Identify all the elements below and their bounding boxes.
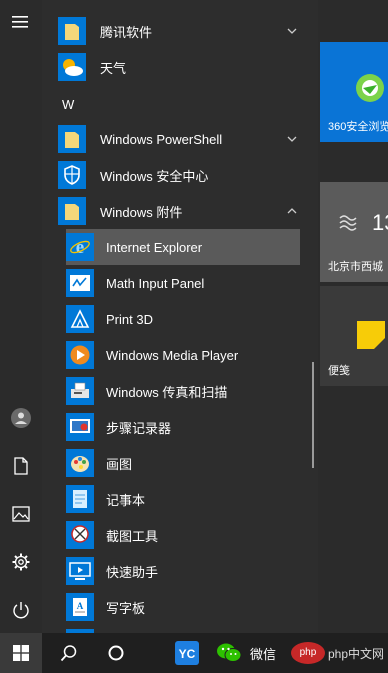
settings-button[interactable] — [0, 542, 42, 582]
chevron-up-icon — [287, 208, 297, 214]
cortana-icon — [108, 645, 124, 661]
media-player-icon — [66, 341, 94, 369]
taskbar: YC 微信 php php中文网 — [0, 633, 388, 673]
steps-recorder-icon — [66, 413, 94, 441]
app-security[interactable]: Windows 安全中心 — [58, 157, 300, 193]
temperature: 13 — [372, 210, 388, 235]
app-internet-explorer[interactable]: e Internet Explorer — [66, 229, 300, 265]
app-snipping-tool[interactable]: 截图工具 — [66, 517, 300, 553]
app-label: Windows 安全中心 — [100, 168, 209, 184]
app-label: Windows 传真和扫描 — [106, 384, 228, 400]
app-wordpad[interactable]: A 写字板 — [66, 589, 300, 625]
app-math-input[interactable]: Math Input Panel — [66, 265, 300, 301]
app-next-partial[interactable] — [66, 625, 300, 633]
app-label: 快速助手 — [106, 564, 159, 580]
pictures-icon — [12, 506, 30, 522]
wechat-icon — [217, 643, 242, 662]
svg-text:YC: YC — [179, 647, 196, 661]
tile-label: 北京市西城 — [328, 261, 383, 273]
app-weather[interactable]: 天气 — [58, 49, 300, 85]
power-button[interactable] — [0, 590, 42, 630]
tile-label: 便笺 — [328, 365, 350, 377]
php-logo-icon: php — [290, 642, 325, 664]
shield-icon — [58, 161, 86, 189]
tiles-panel: 360安全浏览 13 北京市西城 便笺 — [318, 0, 388, 633]
app-label: Print 3D — [106, 311, 153, 327]
snipping-tool-icon — [66, 521, 94, 549]
taskbar-app-yc[interactable]: YC — [166, 633, 208, 673]
windows-icon — [13, 645, 29, 661]
taskbar-wechat[interactable]: 微信 — [216, 633, 290, 673]
haze-icon — [339, 215, 357, 231]
print3d-icon — [66, 305, 94, 333]
app-print3d[interactable]: Print 3D — [66, 301, 300, 337]
browser-360-icon — [356, 74, 384, 102]
svg-text:A: A — [77, 601, 84, 611]
folder-powershell[interactable]: Windows PowerShell — [58, 121, 300, 157]
pictures-button[interactable] — [0, 494, 42, 534]
folder-icon — [58, 125, 86, 153]
app-yc-icon: YC — [175, 641, 199, 665]
documents-button[interactable] — [0, 446, 42, 486]
notepad-icon — [66, 485, 94, 513]
tile-label: 360安全浏览 — [328, 121, 388, 133]
app-quick-assist[interactable]: 快速助手 — [66, 553, 300, 589]
wechat-label: 微信 — [250, 646, 277, 662]
app-notepad[interactable]: 记事本 — [66, 481, 300, 517]
app-label: 记事本 — [106, 492, 146, 508]
site-watermark: php php中文网 — [290, 642, 384, 664]
tile-weather[interactable]: 13 北京市西城 — [320, 182, 388, 282]
app-label: 步骤记录器 — [106, 420, 172, 436]
app-steps-recorder[interactable]: 步骤记录器 — [66, 409, 300, 445]
math-input-icon — [66, 269, 94, 297]
tile-360-browser[interactable]: 360安全浏览 — [320, 42, 388, 142]
internet-explorer-icon: e — [66, 233, 94, 261]
folder-label: 腾讯软件 — [100, 24, 153, 40]
svg-text:e: e — [76, 237, 84, 258]
folder-label: Windows 附件 — [100, 204, 183, 220]
search-button[interactable] — [48, 633, 90, 673]
watermark-label: php中文网 — [327, 646, 384, 661]
start-button[interactable] — [0, 633, 42, 673]
app-fax-scan[interactable]: Windows 传真和扫描 — [66, 373, 300, 409]
wordpad-icon: A — [66, 593, 94, 621]
folder-icon — [58, 17, 86, 45]
paint-icon — [66, 449, 94, 477]
group-letter-w[interactable]: W — [62, 97, 74, 112]
weather-icon — [58, 53, 86, 81]
cortana-button[interactable] — [95, 633, 137, 673]
app-label: 天气 — [100, 60, 127, 76]
hamburger-icon — [12, 16, 28, 28]
user-icon — [11, 408, 31, 428]
chevron-down-icon — [287, 28, 297, 34]
folder-label: Windows PowerShell — [100, 131, 223, 147]
folder-icon — [58, 197, 86, 225]
app-label: 画图 — [106, 456, 133, 472]
app-label: Math Input Panel — [106, 275, 205, 291]
app-list: 腾讯软件 天气 W Windows PowerShell Windows 安全中… — [42, 0, 318, 633]
fax-scan-icon — [66, 377, 94, 405]
sticky-note-icon — [357, 321, 385, 349]
app-media-player[interactable]: Windows Media Player — [66, 337, 300, 373]
power-icon — [13, 602, 29, 619]
folder-accessories[interactable]: Windows 附件 — [58, 193, 300, 229]
app-label: 写字板 — [106, 600, 146, 616]
search-icon — [60, 645, 77, 662]
app-label: Windows Media Player — [106, 347, 239, 363]
folder-tencent[interactable]: 腾讯软件 — [58, 13, 300, 49]
app-label: Internet Explorer — [106, 239, 203, 255]
document-icon — [14, 457, 28, 475]
menu-button[interactable] — [0, 2, 42, 42]
start-rail — [0, 0, 42, 633]
scrollbar[interactable] — [312, 362, 314, 468]
tile-sticky-notes[interactable]: 便笺 — [320, 286, 388, 386]
app-paint[interactable]: 画图 — [66, 445, 300, 481]
user-button[interactable] — [0, 398, 42, 438]
gear-icon — [12, 553, 30, 571]
chevron-down-icon — [287, 136, 297, 142]
quick-assist-icon — [66, 557, 94, 585]
app-label: 截图工具 — [106, 528, 159, 544]
